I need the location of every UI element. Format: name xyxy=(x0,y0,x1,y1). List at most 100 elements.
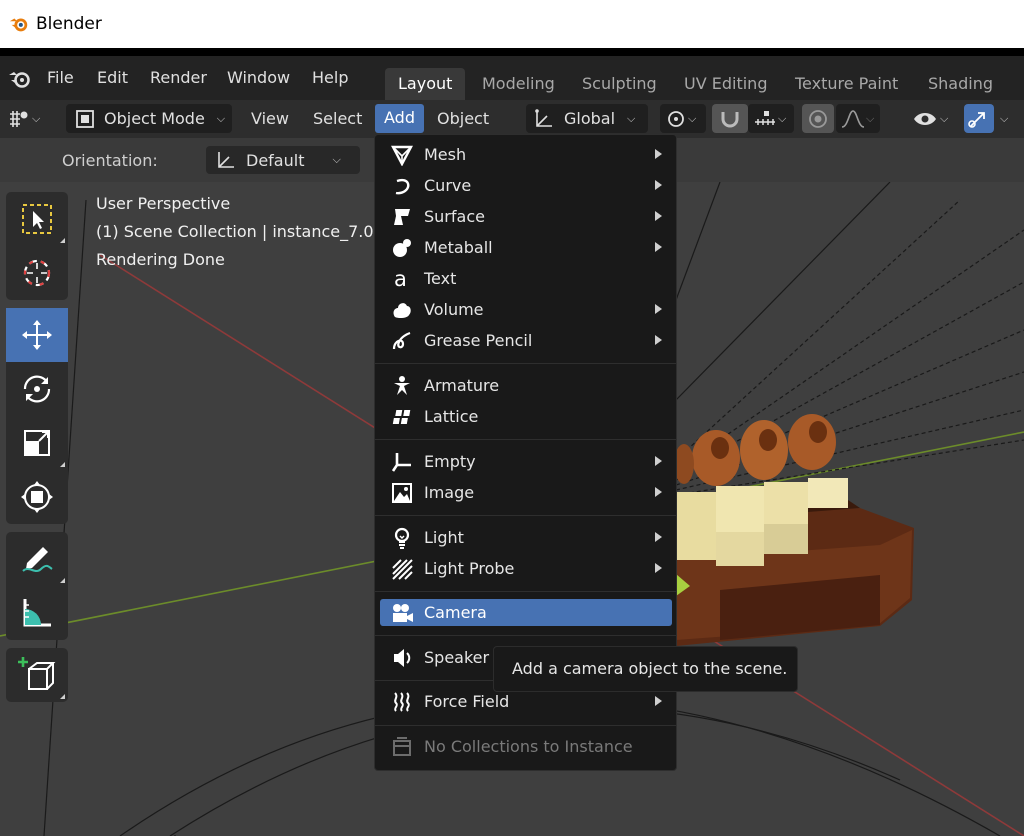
tool-transform[interactable] xyxy=(6,470,68,524)
gizmo-dropdown[interactable]: ⌵ xyxy=(996,104,1020,133)
chevron-down-icon: ⌵ xyxy=(332,153,341,166)
chevron-down-icon: ⌵ xyxy=(32,111,41,125)
add-menu-item-force-field[interactable]: Force Field xyxy=(380,688,672,715)
toolbar-select-group xyxy=(6,192,68,300)
tab-uv-editing[interactable]: UV Editing xyxy=(671,68,780,100)
tool-annotate[interactable] xyxy=(6,532,68,586)
chevron-down-icon: ⌵ xyxy=(1000,111,1009,125)
add-menu-label: No Collections to Instance xyxy=(424,737,633,756)
orientation-dropdown[interactable]: Default ⌵ xyxy=(206,146,360,174)
viewport-status-label: Rendering Done xyxy=(96,250,225,269)
tool-move[interactable] xyxy=(6,308,68,362)
tab-modeling[interactable]: Modeling xyxy=(469,68,568,100)
viewport-header: ⌵ Object Mode ⌵ View Select Add Object G… xyxy=(0,100,1024,138)
gizmo-toggle[interactable] xyxy=(964,104,994,133)
add-menu-item-text[interactable]: a Text xyxy=(380,265,672,292)
curve-icon xyxy=(388,172,416,199)
add-menu-item-empty[interactable]: Empty xyxy=(380,448,672,475)
proportional-editing-toggle[interactable] xyxy=(802,104,834,133)
add-menu-item-light[interactable]: Light xyxy=(380,524,672,551)
tab-sculpting[interactable]: Sculpting xyxy=(569,68,670,100)
collection-icon xyxy=(388,733,416,760)
add-menu-label: Force Field xyxy=(424,692,510,711)
menu-window[interactable]: Window xyxy=(227,68,290,87)
tab-layout[interactable]: Layout xyxy=(385,68,466,100)
tool-scale[interactable] xyxy=(6,416,68,470)
window-border xyxy=(0,48,1024,56)
submenu-arrow-icon xyxy=(655,211,662,221)
blender-menu-icon[interactable] xyxy=(8,68,32,90)
add-menu-item-collection-instance: No Collections to Instance xyxy=(380,733,672,760)
gizmo-icon xyxy=(968,111,985,128)
tool-rotate[interactable] xyxy=(6,362,68,416)
add-menu-item-grease-pencil[interactable]: Grease Pencil xyxy=(380,327,672,354)
add-menu-item-armature[interactable]: Armature xyxy=(380,372,672,399)
pivot-point-dropdown[interactable]: ⌵ xyxy=(660,104,706,133)
snap-target-dropdown[interactable]: ⌵ xyxy=(748,104,794,133)
menu-file[interactable]: File xyxy=(47,68,74,87)
window-titlebar: Blender xyxy=(0,0,1024,48)
add-menu-label: Light xyxy=(424,528,464,547)
select-box-icon xyxy=(22,204,52,234)
chevron-down-icon: ⌵ xyxy=(688,111,697,125)
header-menu-add[interactable]: Add xyxy=(375,104,424,133)
orientation-label: Orientation: xyxy=(62,151,158,170)
wooden-box-model xyxy=(674,414,914,646)
add-menu-label: Speaker xyxy=(424,648,490,667)
falloff-curve-icon xyxy=(841,109,865,128)
header-menu-object[interactable]: Object xyxy=(437,109,489,128)
object-mode-label: Object Mode xyxy=(104,109,205,128)
toolbar-annotate-group xyxy=(6,532,68,640)
chevron-down-icon: ⌵ xyxy=(940,111,949,125)
add-menu-label: Grease Pencil xyxy=(424,331,533,350)
magnet-icon xyxy=(721,111,739,127)
submenu-arrow-icon xyxy=(655,149,662,159)
proportional-editing-icon xyxy=(809,109,827,128)
add-menu-item-light-probe[interactable]: Light Probe xyxy=(380,555,672,582)
camera-tooltip: Add a camera object to the scene. xyxy=(493,646,798,692)
add-menu-item-mesh[interactable]: Mesh xyxy=(380,141,672,168)
submenu-arrow-icon xyxy=(655,696,662,706)
menu-edit[interactable]: Edit xyxy=(97,68,128,87)
tooltip-text: Add a camera object to the scene. xyxy=(512,659,788,678)
chevron-down-icon: ⌵ xyxy=(778,111,787,125)
image-icon xyxy=(388,479,416,506)
menu-help[interactable]: Help xyxy=(312,68,348,87)
add-menu-item-camera[interactable]: Camera xyxy=(380,599,672,626)
tool-measure[interactable] xyxy=(6,586,68,640)
tool-cursor[interactable] xyxy=(6,246,68,300)
transform-orientation-dropdown[interactable]: Global ⌵ xyxy=(526,104,648,133)
add-menu-item-lattice[interactable]: Lattice xyxy=(380,403,672,430)
tool-add-cube[interactable] xyxy=(6,648,68,702)
tool-select-box[interactable] xyxy=(6,192,68,246)
transform-orientation-label: Global xyxy=(564,109,616,128)
pivot-point-icon xyxy=(668,110,684,127)
add-menu-item-curve[interactable]: Curve xyxy=(380,172,672,199)
add-menu-label: Image xyxy=(424,483,475,502)
add-menu-item-surface[interactable]: Surface xyxy=(380,203,672,230)
text-icon: a xyxy=(388,265,416,292)
snap-increment-icon xyxy=(755,110,775,125)
tab-texture-paint[interactable]: Texture Paint xyxy=(782,68,911,100)
add-menu-item-image[interactable]: Image xyxy=(380,479,672,506)
object-mode-dropdown[interactable]: Object Mode ⌵ xyxy=(66,104,232,133)
add-menu-item-volume[interactable]: Volume xyxy=(380,296,672,323)
proportional-falloff-dropdown[interactable]: ⌵ xyxy=(836,104,880,133)
chevron-down-icon: ⌵ xyxy=(216,111,226,125)
add-menu-label: Empty xyxy=(424,452,476,471)
volume-icon xyxy=(388,296,416,323)
header-menu-select[interactable]: Select xyxy=(313,109,362,128)
submenu-arrow-icon xyxy=(655,304,662,314)
snap-toggle[interactable] xyxy=(712,104,748,133)
add-menu-label: Volume xyxy=(424,300,484,319)
object-visibility-dropdown[interactable]: ⌵ xyxy=(908,104,956,133)
menu-render[interactable]: Render xyxy=(150,68,207,87)
speaker-icon xyxy=(388,644,416,671)
add-menu-item-metaball[interactable]: Metaball xyxy=(380,234,672,261)
move-icon xyxy=(22,320,52,350)
header-menu-view[interactable]: View xyxy=(251,109,289,128)
scale-icon xyxy=(24,430,50,456)
submenu-arrow-icon xyxy=(655,532,662,542)
tab-shading[interactable]: Shading xyxy=(915,68,1006,100)
editor-type-button[interactable]: ⌵ xyxy=(6,104,56,133)
